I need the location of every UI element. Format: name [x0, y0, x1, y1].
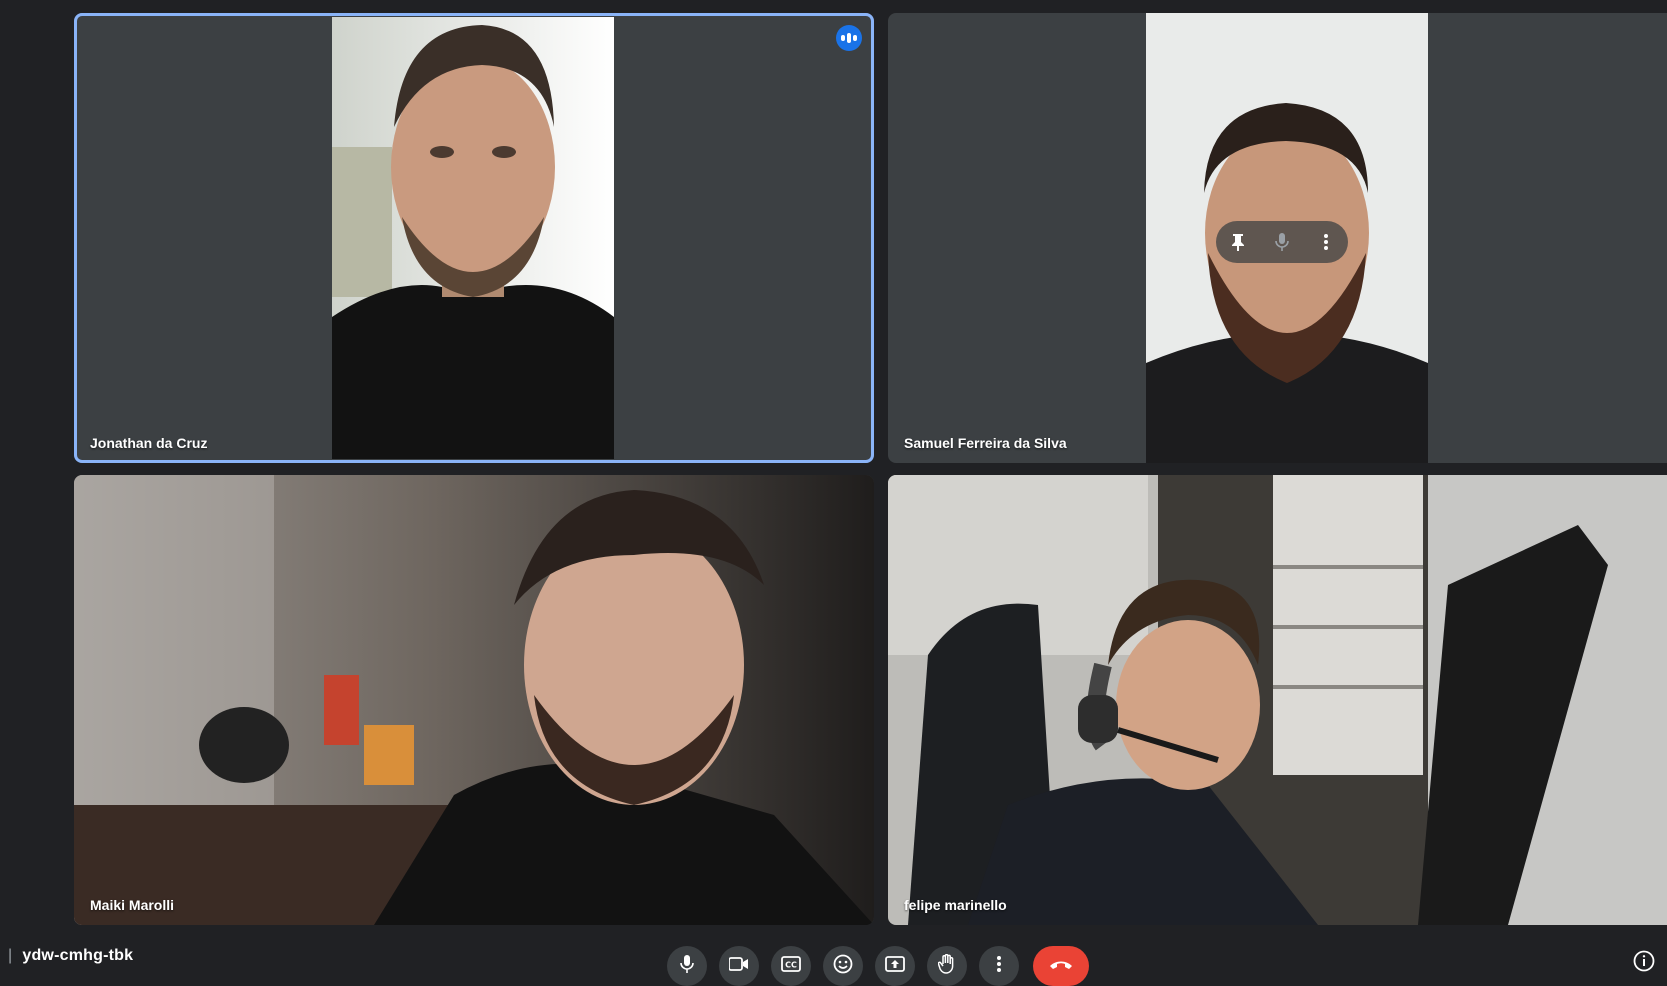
meeting-code: | ydw-cmhg-tbk — [8, 947, 133, 965]
meeting-code-text: ydw-cmhg-tbk — [22, 947, 134, 964]
more-options-icon — [997, 955, 1001, 977]
participant-tile[interactable]: Samuel Ferreira da Silva — [888, 13, 1667, 463]
meeting-controls-bar: | ydw-cmhg-tbk CC — [0, 938, 1667, 986]
camera-icon — [728, 956, 749, 976]
reactions-button[interactable] — [823, 946, 863, 986]
pin-icon[interactable] — [1223, 227, 1253, 257]
raise-hand-icon — [937, 953, 956, 979]
end-call-icon — [1049, 957, 1073, 975]
microphone-button[interactable] — [667, 946, 707, 986]
participant-name: Jonathan da Cruz — [90, 435, 208, 451]
tile-hover-toolbar — [1216, 221, 1348, 263]
microphone-icon — [680, 954, 694, 978]
participant-name: felipe marinello — [904, 897, 1007, 913]
separator: | — [8, 947, 13, 964]
info-icon — [1633, 950, 1655, 977]
mute-icon[interactable] — [1267, 227, 1297, 257]
more-options-button[interactable] — [979, 946, 1019, 986]
participant-video — [888, 475, 1667, 925]
leave-call-button[interactable] — [1033, 946, 1089, 986]
closed-captions-icon: CC — [781, 955, 801, 977]
participant-tile[interactable]: Maiki Marolli — [74, 475, 874, 925]
participant-tile[interactable]: felipe marinello — [888, 475, 1667, 925]
meeting-details-button[interactable] — [1631, 950, 1657, 976]
more-options-icon[interactable] — [1311, 227, 1341, 257]
present-button[interactable] — [875, 946, 915, 986]
present-screen-icon — [885, 955, 905, 977]
camera-button[interactable] — [719, 946, 759, 986]
participant-video — [332, 17, 614, 459]
participant-name: Samuel Ferreira da Silva — [904, 435, 1067, 451]
participant-video — [74, 475, 874, 925]
speaking-indicator-icon — [836, 25, 862, 51]
participant-tile[interactable]: Jonathan da Cruz — [74, 13, 874, 463]
svg-text:CC: CC — [785, 960, 797, 969]
captions-button[interactable]: CC — [771, 946, 811, 986]
emoji-icon — [833, 954, 853, 979]
participant-name: Maiki Marolli — [90, 897, 175, 913]
raise-hand-button[interactable] — [927, 946, 967, 986]
